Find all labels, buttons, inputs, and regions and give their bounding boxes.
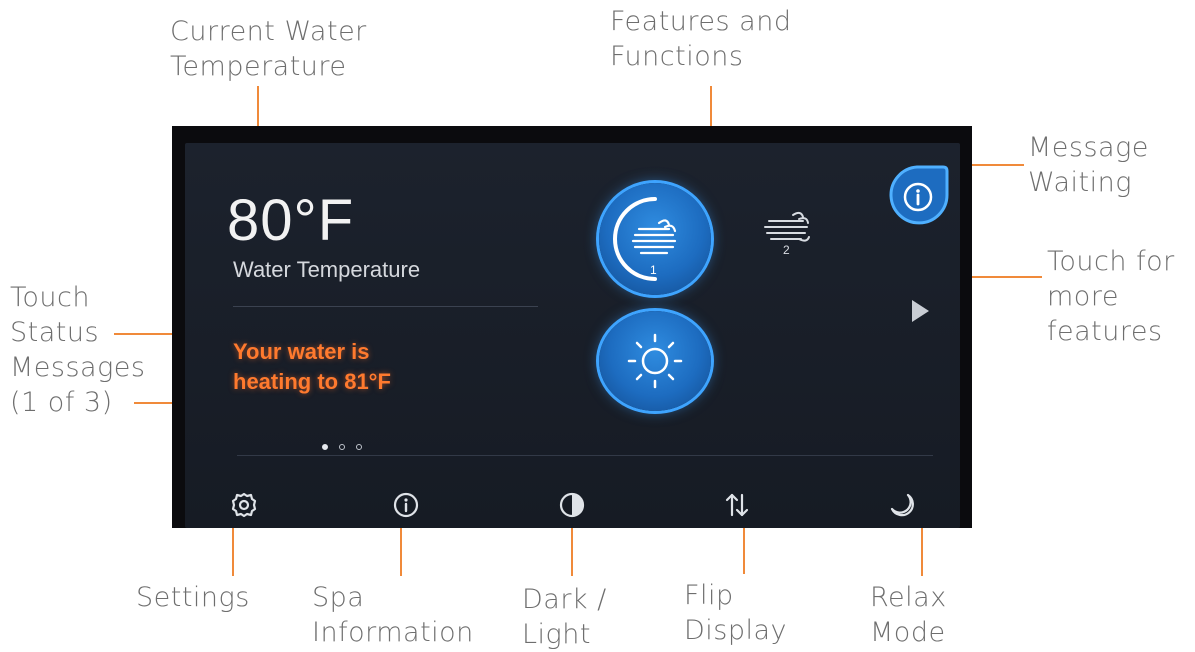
contrast-icon — [559, 492, 585, 518]
callout-line: Flip — [684, 580, 734, 611]
flip-icon — [725, 493, 749, 517]
page-dot — [339, 444, 346, 450]
jets-1-label: 1 — [650, 263, 657, 277]
screen-panel: 80°F Water Temperature Your water is hea… — [185, 143, 960, 528]
callout-line: Temperature — [170, 51, 347, 82]
jets-1-button[interactable]: 1 — [599, 183, 711, 295]
callout-relax-mode: Relax Mode — [870, 580, 947, 650]
message-waiting-button[interactable] — [885, 163, 949, 225]
callout-line: Mode — [870, 617, 946, 648]
more-features-arrow[interactable] — [912, 300, 929, 322]
water-temperature-label: Water Temperature — [233, 257, 421, 282]
info-icon — [393, 492, 419, 518]
flip-display-button[interactable] — [717, 485, 757, 525]
water-temperature-value: 80°F — [227, 188, 355, 253]
callout-line: features — [1047, 316, 1163, 347]
settings-button[interactable] — [224, 485, 264, 525]
relax-mode-button[interactable] — [882, 485, 922, 525]
spa-information-button[interactable] — [386, 485, 426, 525]
status-message[interactable]: Your water is heating to 81°F — [233, 337, 391, 397]
callout-dark-light: Dark / Light — [522, 582, 607, 652]
gear-icon — [231, 492, 257, 518]
callout-leader — [232, 528, 234, 576]
callout-current-water-temperature: Current Water Temperature — [170, 14, 367, 84]
callout-line: Current Water — [170, 16, 367, 47]
callout-leader — [921, 528, 923, 576]
callout-leader — [400, 528, 402, 576]
callout-leader — [571, 528, 573, 576]
callout-flip-display: Flip Display — [684, 578, 787, 648]
light-button[interactable] — [599, 311, 711, 411]
callout-features-and-functions: Features and Functions — [610, 4, 791, 74]
callout-line: Message — [1028, 132, 1149, 163]
status-message-line: Your water is — [233, 339, 370, 364]
callout-line: Functions — [610, 41, 744, 72]
callout-touch-for-more-features: Touch for more features — [1047, 244, 1175, 349]
callout-leader — [710, 86, 712, 126]
jets-2-button[interactable]: 2 — [759, 203, 819, 263]
callout-leader — [257, 86, 259, 126]
callout-line: Waiting — [1028, 167, 1132, 198]
status-message-line: heating to 81°F — [233, 369, 391, 394]
callout-line: Dark / — [522, 584, 607, 615]
callout-leader — [972, 276, 1042, 278]
callout-line: Settings — [136, 582, 250, 613]
light-icon — [627, 333, 683, 389]
divider — [237, 455, 933, 456]
callout-line: Display — [684, 615, 788, 646]
page-dot — [356, 444, 363, 450]
moon-icon — [890, 493, 914, 517]
callout-line: Spa — [312, 582, 365, 613]
callout-line: Messages — [10, 352, 146, 383]
callout-line: more — [1047, 281, 1119, 312]
callout-message-waiting: Message Waiting — [1028, 130, 1149, 200]
divider — [233, 306, 538, 307]
callout-line: (1 of 3) — [10, 387, 113, 418]
callout-leader — [972, 164, 1024, 166]
callout-leader — [743, 528, 745, 574]
dark-light-button[interactable] — [552, 485, 592, 525]
callout-line: Features and — [610, 6, 792, 37]
info-icon — [889, 165, 949, 225]
jets-1-icon — [613, 197, 677, 281]
spa-control-screen: 80°F Water Temperature Your water is hea… — [172, 126, 972, 528]
callout-line: Light — [522, 619, 591, 650]
callout-line: Information — [312, 617, 474, 648]
callout-line: Touch for — [1047, 246, 1175, 277]
status-page-indicator — [322, 435, 368, 454]
callout-line: Touch — [10, 282, 90, 313]
page-dot-active — [322, 444, 328, 450]
jets-2-label: 2 — [783, 243, 790, 257]
callout-leader — [114, 333, 172, 335]
callout-line: Relax — [870, 582, 947, 613]
callout-spa-information: Spa Information — [312, 580, 474, 650]
callout-settings: Settings — [136, 580, 250, 615]
callout-touch-status-messages: Touch Status Messages (1 of 3) — [10, 280, 145, 420]
callout-leader — [134, 402, 172, 404]
